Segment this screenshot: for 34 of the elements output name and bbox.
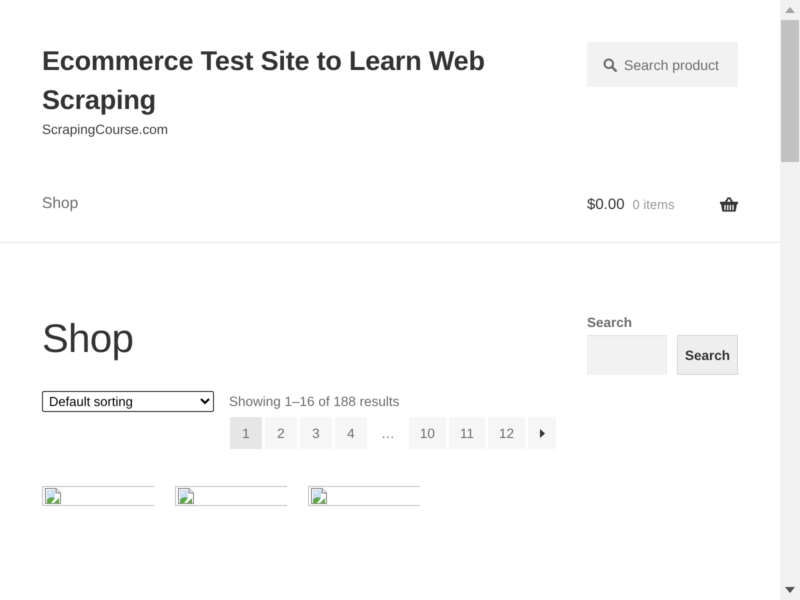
page-link[interactable]: 11 xyxy=(448,417,485,449)
page-link[interactable]: 2 xyxy=(264,417,297,449)
cart-count: 0 items xyxy=(632,196,674,212)
product-image-placeholder[interactable] xyxy=(308,486,420,506)
scroll-up-arrow-icon[interactable] xyxy=(785,7,795,13)
search-icon xyxy=(603,58,617,72)
site-title[interactable]: Ecommerce Test Site to Learn Web Scraping xyxy=(42,42,556,120)
current-page[interactable]: 1 xyxy=(230,417,262,449)
scrollbar-track[interactable] xyxy=(780,0,800,600)
page-link[interactable]: 3 xyxy=(300,417,332,449)
broken-image-icon xyxy=(178,488,194,504)
scroll-down-arrow-icon[interactable] xyxy=(785,587,795,593)
cart-total[interactable]: $0.00 xyxy=(587,196,625,212)
broken-image-icon xyxy=(311,488,327,504)
site-tagline: ScrapingCourse.com xyxy=(42,121,170,139)
product-image-placeholder[interactable] xyxy=(175,486,287,506)
page-link[interactable]: 12 xyxy=(488,417,525,449)
widget-title: Search xyxy=(587,314,634,332)
search-input[interactable] xyxy=(587,335,667,375)
product-image-placeholder[interactable] xyxy=(42,486,154,506)
page-link[interactable]: 4 xyxy=(334,417,367,449)
page-title: Shop xyxy=(42,316,134,363)
caret-right-icon xyxy=(540,428,544,438)
pagination-ellipsis: … xyxy=(380,424,396,442)
sorting-select[interactable]: Default sorting xyxy=(42,391,214,412)
nav-link[interactable]: Shop xyxy=(42,195,78,213)
broken-image-icon xyxy=(45,488,61,504)
basket-icon[interactable] xyxy=(720,196,738,212)
page-link[interactable]: 10 xyxy=(408,417,446,449)
scrollbar-thumb[interactable] xyxy=(781,20,799,162)
next-page-button[interactable] xyxy=(528,417,556,449)
product-search-field[interactable]: Search product xyxy=(587,42,738,87)
search-button[interactable]: Search xyxy=(677,335,738,375)
result-count: Showing 1–16 of 188 results xyxy=(229,394,400,409)
